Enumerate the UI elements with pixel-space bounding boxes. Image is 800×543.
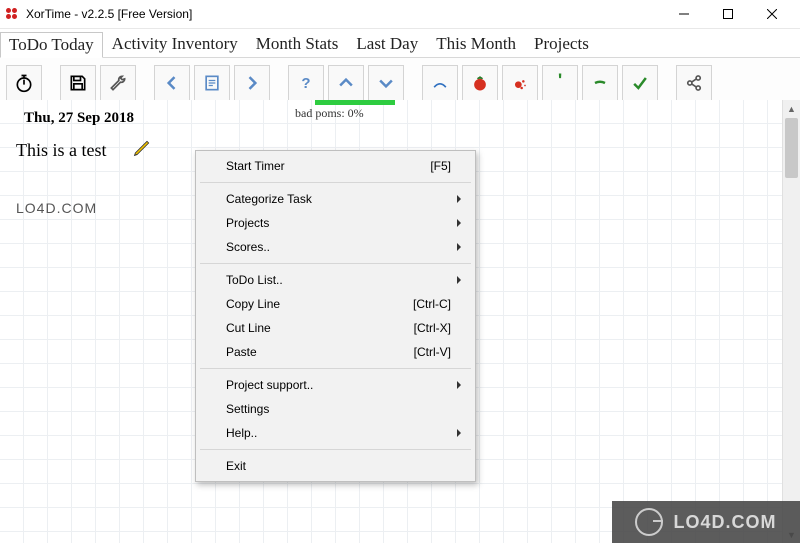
poms-bar — [315, 100, 395, 105]
ctx-separator — [200, 449, 471, 450]
ctx-categorize-task[interactable]: Categorize Task — [198, 187, 473, 211]
ctx-separator — [200, 182, 471, 183]
void-pom-button[interactable] — [422, 65, 458, 101]
chevron-down-icon — [376, 73, 396, 93]
chevron-right-icon — [242, 73, 262, 93]
tab-last-day[interactable]: Last Day — [347, 31, 427, 57]
save-button[interactable] — [60, 65, 96, 101]
close-button[interactable] — [750, 0, 794, 28]
bad-pom-button[interactable] — [502, 65, 538, 101]
tab-bar: ToDo Today Activity Inventory Month Stat… — [0, 29, 800, 58]
ctx-separator — [200, 368, 471, 369]
move-down-button[interactable] — [368, 65, 404, 101]
ctx-separator — [200, 263, 471, 264]
next-day-button[interactable] — [234, 65, 270, 101]
tab-activity-inventory[interactable]: Activity Inventory — [103, 31, 247, 57]
minimize-button[interactable] — [662, 0, 706, 28]
brand-text: LO4D.COM — [673, 512, 776, 533]
svg-text:?: ? — [301, 75, 310, 92]
tab-this-month[interactable]: This Month — [427, 31, 525, 57]
poms-indicator: bad poms: 0% — [295, 100, 425, 121]
ctx-paste[interactable]: Paste [Ctrl-V] — [198, 340, 473, 364]
titlebar: XorTime - v2.2.5 [Free Version] — [0, 0, 800, 29]
settings-button[interactable] — [100, 65, 136, 101]
timer-button[interactable] — [6, 65, 42, 101]
tomato-icon — [470, 73, 490, 93]
maximize-button[interactable] — [706, 0, 750, 28]
check-icon — [630, 73, 650, 93]
pomodoro-button[interactable] — [462, 65, 498, 101]
internal-interrupt-button[interactable]: ' — [542, 65, 578, 101]
window-title: XorTime - v2.2.5 [Free Version] — [26, 7, 192, 21]
date-heading: Thu, 27 Sep 2018 — [24, 110, 134, 127]
done-button[interactable] — [622, 65, 658, 101]
page-icon — [202, 73, 222, 93]
ctx-cut-line[interactable]: Cut Line [Ctrl-X] — [198, 316, 473, 340]
context-menu: Start Timer [F5] Categorize Task Project… — [195, 150, 476, 482]
scroll-thumb[interactable] — [785, 118, 798, 178]
prev-day-button[interactable] — [154, 65, 190, 101]
arc-icon — [430, 73, 450, 93]
pencil-icon — [132, 138, 152, 158]
external-interrupt-button[interactable] — [582, 65, 618, 101]
ctx-projects[interactable]: Projects — [198, 211, 473, 235]
help-button[interactable]: ? — [288, 65, 324, 101]
share-button[interactable] — [676, 65, 712, 101]
apostrophe-icon: ' — [550, 73, 570, 93]
today-button[interactable] — [194, 65, 230, 101]
ctx-help[interactable]: Help.. — [198, 421, 473, 445]
ctx-settings[interactable]: Settings — [198, 397, 473, 421]
question-icon: ? — [296, 73, 316, 93]
move-up-button[interactable] — [328, 65, 364, 101]
poms-label: bad poms: 0% — [295, 106, 425, 121]
chevron-left-icon — [162, 73, 182, 93]
splat-icon — [510, 73, 530, 93]
app-window: XorTime - v2.2.5 [Free Version] ToDo Tod… — [0, 0, 800, 543]
wrench-icon — [108, 73, 128, 93]
stopwatch-icon — [14, 73, 34, 93]
tab-month-stats[interactable]: Month Stats — [247, 31, 348, 57]
todo-canvas[interactable]: Thu, 27 Sep 2018 This is a test LO4D.COM… — [0, 100, 783, 543]
app-icon — [6, 7, 20, 21]
watermark-text: LO4D.COM — [16, 200, 97, 216]
svg-text:': ' — [558, 73, 562, 90]
share-icon — [684, 73, 704, 93]
ctx-todo-list[interactable]: ToDo List.. — [198, 268, 473, 292]
brand-badge: LO4D.COM — [612, 501, 800, 543]
ctx-scores[interactable]: Scores.. — [198, 235, 473, 259]
ctx-exit[interactable]: Exit — [198, 454, 473, 478]
ctx-copy-line[interactable]: Copy Line [Ctrl-C] — [198, 292, 473, 316]
brand-logo-icon — [635, 508, 663, 536]
vertical-scrollbar[interactable]: ▲ ▼ — [782, 100, 800, 543]
scroll-up-arrow[interactable]: ▲ — [783, 100, 800, 117]
dash-icon — [590, 73, 610, 93]
tab-projects[interactable]: Projects — [525, 31, 598, 57]
tab-todo-today[interactable]: ToDo Today — [0, 32, 103, 58]
ctx-project-support[interactable]: Project support.. — [198, 373, 473, 397]
ctx-start-timer[interactable]: Start Timer [F5] — [198, 154, 473, 178]
chevron-up-icon — [336, 73, 356, 93]
task-line[interactable]: This is a test — [16, 140, 107, 161]
save-icon — [68, 73, 88, 93]
